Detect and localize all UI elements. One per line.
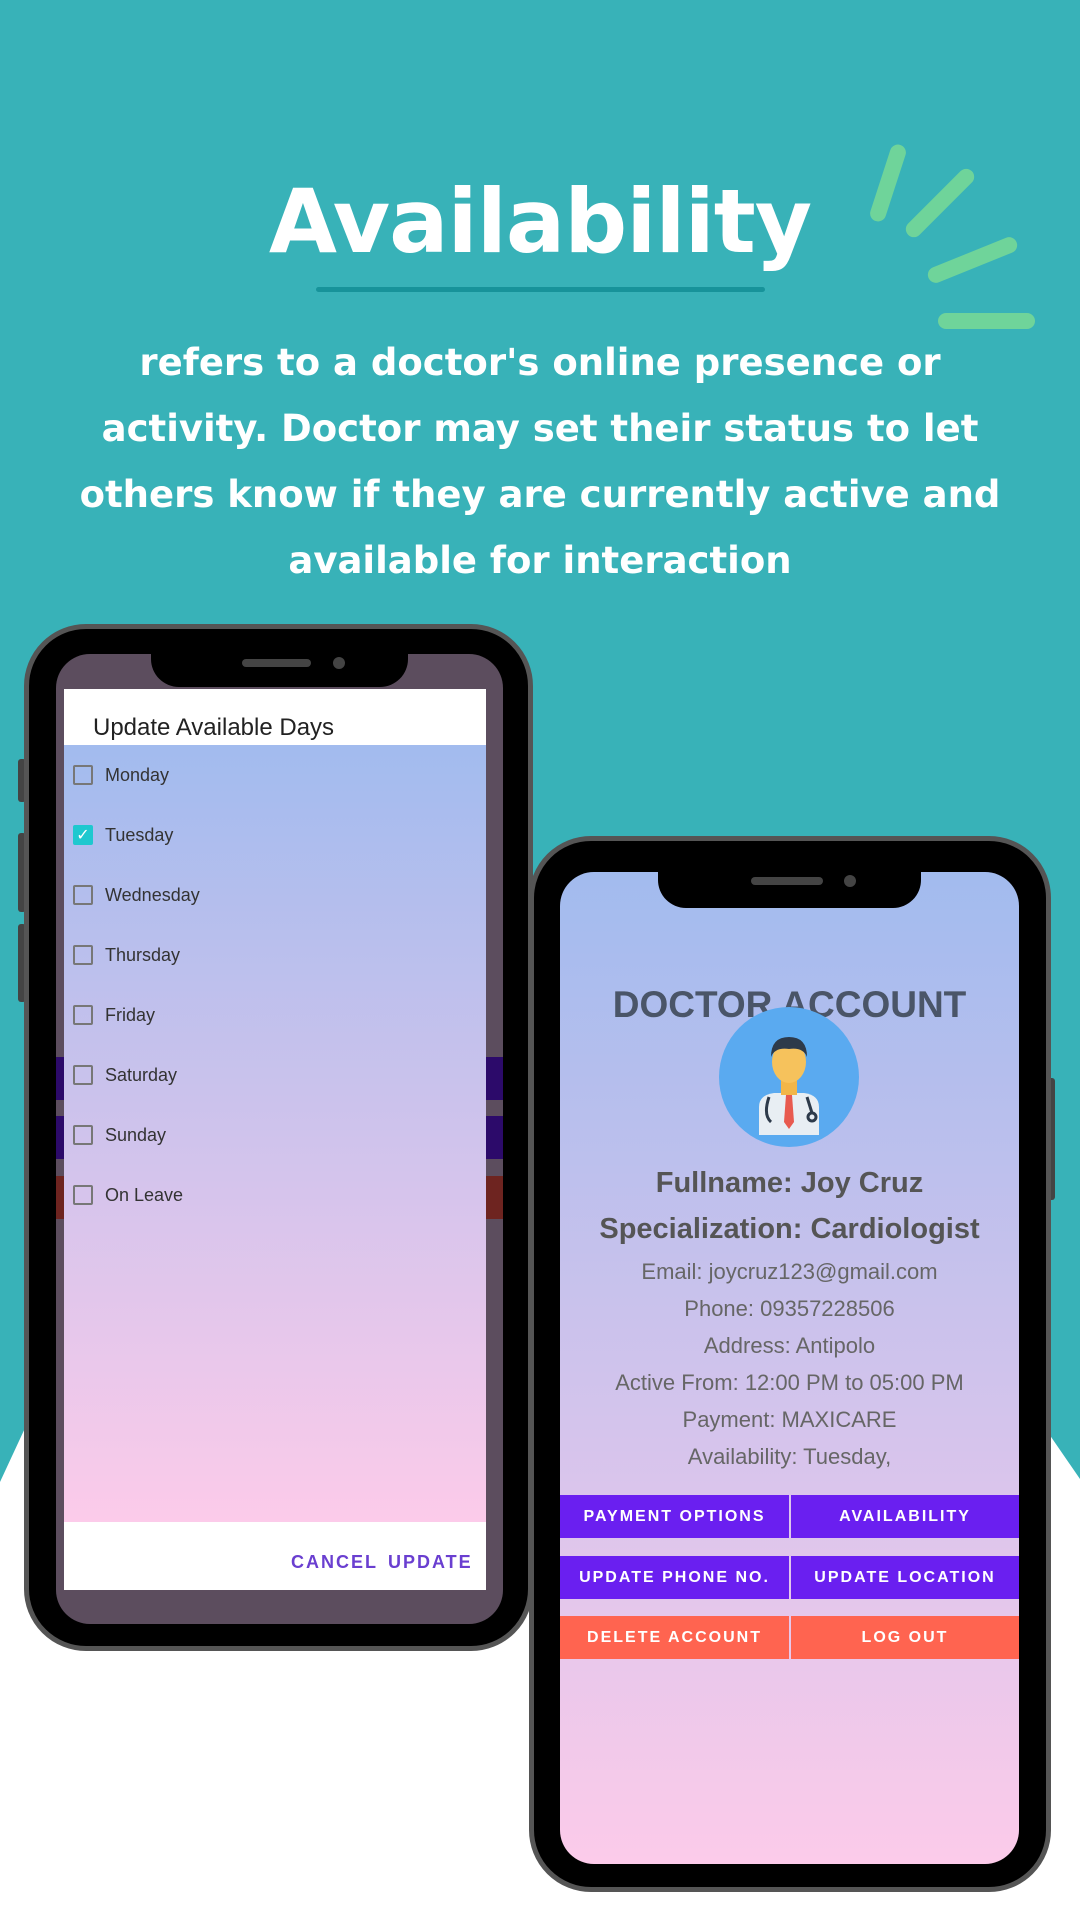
title-underline — [316, 287, 765, 292]
doctor-avatar-icon — [719, 1007, 859, 1147]
email: Email: joycruz123@gmail.com — [641, 1259, 938, 1284]
phone-notch — [658, 872, 921, 908]
address: Address: Antipolo — [703, 1333, 876, 1358]
day-label: Saturday — [105, 1064, 178, 1085]
day-option[interactable]: Saturday — [73, 1060, 177, 1090]
checkbox[interactable] — [73, 1005, 93, 1025]
update-days-dialog: Update Available Days Monday ✓ Tuesday Wedn… — [64, 689, 486, 1590]
day-option[interactable]: Wednesday — [73, 880, 200, 910]
day-option[interactable]: Monday — [73, 760, 169, 790]
phone-notch — [151, 651, 408, 687]
dialog-title: Update Available Days — [93, 714, 335, 741]
day-option[interactable]: Sunday — [73, 1120, 166, 1150]
phone-left: Update Available Days Monday ✓ Tuesday Wedn… — [24, 624, 533, 1651]
day-label: Thursday — [105, 944, 181, 965]
update-location-button[interactable]: UPDATE LOCATION — [791, 1556, 1019, 1599]
day-label: Sunday — [105, 1124, 167, 1145]
checkbox[interactable]: ✓ — [73, 825, 93, 845]
phone: Phone: 09357228506 — [684, 1296, 895, 1321]
availability-button[interactable]: AVAILABILITY — [791, 1495, 1019, 1538]
day-label: Monday — [105, 764, 170, 785]
sparkle-stroke-icon — [938, 313, 1035, 329]
day-option[interactable]: ✓ Tuesday — [73, 820, 173, 850]
check-icon: ✓ — [76, 827, 90, 844]
checkbox[interactable] — [73, 945, 93, 965]
phone-right-screen: DOCTOR ACCOUNT Fullname: Joy Cruz Specia… — [560, 872, 1019, 1864]
checkbox[interactable] — [73, 765, 93, 785]
cancel-button[interactable]: CANCEL — [291, 1552, 378, 1573]
log-out-button[interactable]: LOG OUT — [791, 1616, 1019, 1659]
availability: Availability: Tuesday, — [687, 1444, 892, 1469]
day-label: Tuesday — [105, 824, 174, 845]
fullname: Fullname: Joy Cruz — [655, 1167, 924, 1199]
days-list: Monday ✓ Tuesday Wednesday Thursday Friday Sat… — [64, 745, 486, 1522]
payment-options-button[interactable]: PAYMENT OPTIONS — [560, 1495, 789, 1538]
description: refers to a doctor's online presence or … — [79, 341, 1001, 582]
delete-account-button[interactable]: DELETE ACCOUNT — [560, 1616, 789, 1659]
specialization: Specialization: Cardiologist — [599, 1213, 980, 1245]
day-label: Friday — [105, 1004, 156, 1025]
speaker — [242, 659, 311, 667]
day-option[interactable]: Friday — [73, 1000, 155, 1030]
speaker — [751, 877, 823, 885]
day-label: On Leave — [105, 1184, 184, 1205]
update-phone-button[interactable]: UPDATE PHONE NO. — [560, 1556, 789, 1599]
phone-left-screen: Update Available Days Monday ✓ Tuesday Wedn… — [56, 654, 503, 1624]
camera — [844, 875, 856, 887]
checkbox[interactable] — [73, 1185, 93, 1205]
checkbox[interactable] — [73, 1125, 93, 1145]
checkbox[interactable] — [73, 1065, 93, 1085]
day-option[interactable]: Thursday — [73, 940, 180, 970]
active-hours: Active From: 12:00 PM to 05:00 PM — [615, 1370, 964, 1395]
camera — [333, 657, 345, 669]
update-button[interactable]: UPDATE — [388, 1552, 473, 1573]
phone-right: DOCTOR ACCOUNT Fullname: Joy Cruz Specia… — [529, 836, 1051, 1892]
payment: Payment: MAXICARE — [682, 1407, 897, 1432]
day-label: Wednesday — [105, 884, 200, 905]
checkbox[interactable] — [73, 885, 93, 905]
day-option[interactable]: On Leave — [73, 1180, 183, 1210]
